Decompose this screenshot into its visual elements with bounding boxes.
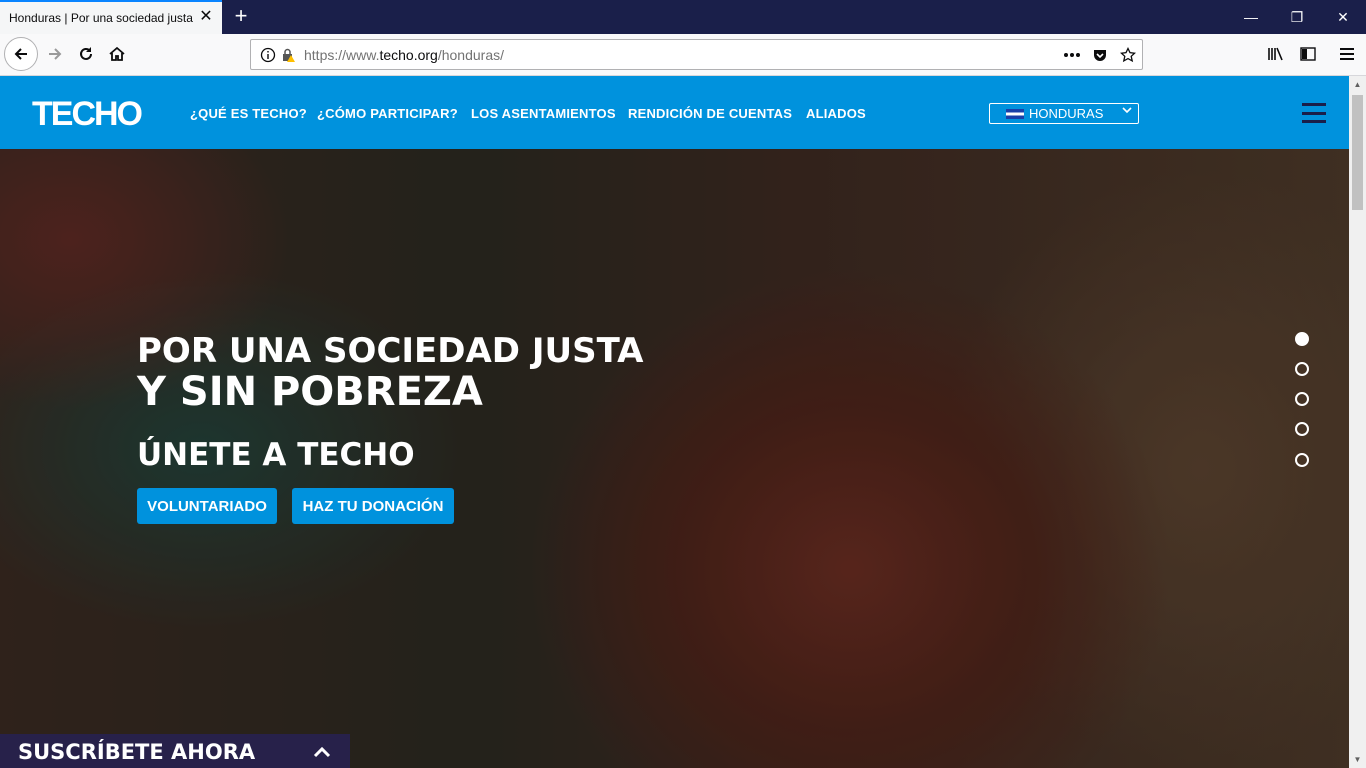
sidebar-icon[interactable] (1293, 39, 1323, 69)
browser-tab[interactable]: Honduras | Por una sociedad justa y sin … (0, 0, 222, 34)
subscribe-bar[interactable]: SUSCRÍBETE AHORA (0, 734, 350, 768)
close-window-icon[interactable]: ✕ (1320, 0, 1366, 34)
hero-title-line2: Y SIN POBREZA (137, 369, 483, 415)
voluntariado-button[interactable]: VOLUNTARIADO (137, 488, 277, 524)
bookmark-star-icon[interactable] (1119, 46, 1137, 64)
menu-icon[interactable] (1332, 39, 1362, 69)
chevron-up-icon[interactable] (312, 742, 332, 762)
chevron-down-icon (1122, 105, 1132, 118)
info-icon[interactable] (259, 46, 277, 64)
url-text: https://www.techo.org/honduras/ (304, 47, 505, 63)
slide-dot-3[interactable] (1295, 392, 1309, 406)
hero-subtitle: ÚNETE A TECHO (137, 437, 415, 473)
slide-dot-1[interactable] (1295, 332, 1309, 346)
more-icon[interactable] (1063, 46, 1081, 64)
nav-los-asentamientos[interactable]: LOS ASENTAMIENTOS (471, 106, 616, 121)
scroll-thumb[interactable] (1352, 95, 1363, 210)
back-icon[interactable] (4, 37, 38, 71)
reload-icon[interactable] (71, 39, 101, 69)
nav-como-participar[interactable]: ¿CÓMO PARTICIPAR? (317, 106, 458, 121)
nav-aliados[interactable]: ALIADOS (806, 106, 866, 121)
tab-close-icon[interactable]: ✕ (198, 9, 214, 25)
minimize-icon[interactable]: — (1228, 0, 1274, 34)
page-scrollbar[interactable]: ▲ ▼ (1349, 76, 1366, 768)
library-icon[interactable] (1261, 39, 1291, 69)
scroll-down-icon[interactable]: ▼ (1349, 751, 1366, 768)
techo-logo[interactable]: TECHO (32, 97, 143, 131)
hero-section: POR UNA SOCIEDAD JUSTA Y SIN POBREZA ÚNE… (0, 149, 1349, 768)
lock-warning-icon[interactable] (279, 46, 297, 64)
hamburger-menu-icon[interactable] (1302, 103, 1326, 123)
nav-rendicion-de-cuentas[interactable]: RENDICIÓN DE CUENTAS (628, 106, 792, 121)
browser-title-bar: Honduras | Por una sociedad justa y sin … (0, 0, 1366, 34)
pocket-icon[interactable] (1091, 46, 1109, 64)
forward-icon[interactable] (40, 39, 70, 69)
country-label: HONDURAS (1029, 106, 1104, 121)
slide-dot-2[interactable] (1295, 362, 1309, 376)
honduras-flag-icon (1006, 108, 1024, 119)
tab-title: Honduras | Por una sociedad justa y sin … (9, 11, 194, 25)
browser-toolbar: https://www.techo.org/honduras/ (0, 34, 1366, 76)
new-tab-button[interactable]: + (230, 4, 252, 28)
subscribe-label: SUSCRÍBETE AHORA (18, 740, 256, 764)
slide-dot-4[interactable] (1295, 422, 1309, 436)
url-bar[interactable]: https://www.techo.org/honduras/ (250, 39, 1143, 70)
scroll-up-icon[interactable]: ▲ (1349, 76, 1366, 93)
site-header: TECHO ¿QUÉ ES TECHO? ¿CÓMO PARTICIPAR? L… (0, 76, 1349, 149)
country-select[interactable]: HONDURAS (989, 103, 1139, 124)
hero-title-line1: POR UNA SOCIEDAD JUSTA (137, 331, 644, 371)
nav-que-es-techo[interactable]: ¿QUÉ ES TECHO? (190, 106, 307, 121)
restore-icon[interactable]: ❐ (1274, 0, 1320, 34)
slide-dot-5[interactable] (1295, 453, 1309, 467)
home-icon[interactable] (102, 39, 132, 69)
donacion-button[interactable]: HAZ TU DONACIÓN (292, 488, 454, 524)
